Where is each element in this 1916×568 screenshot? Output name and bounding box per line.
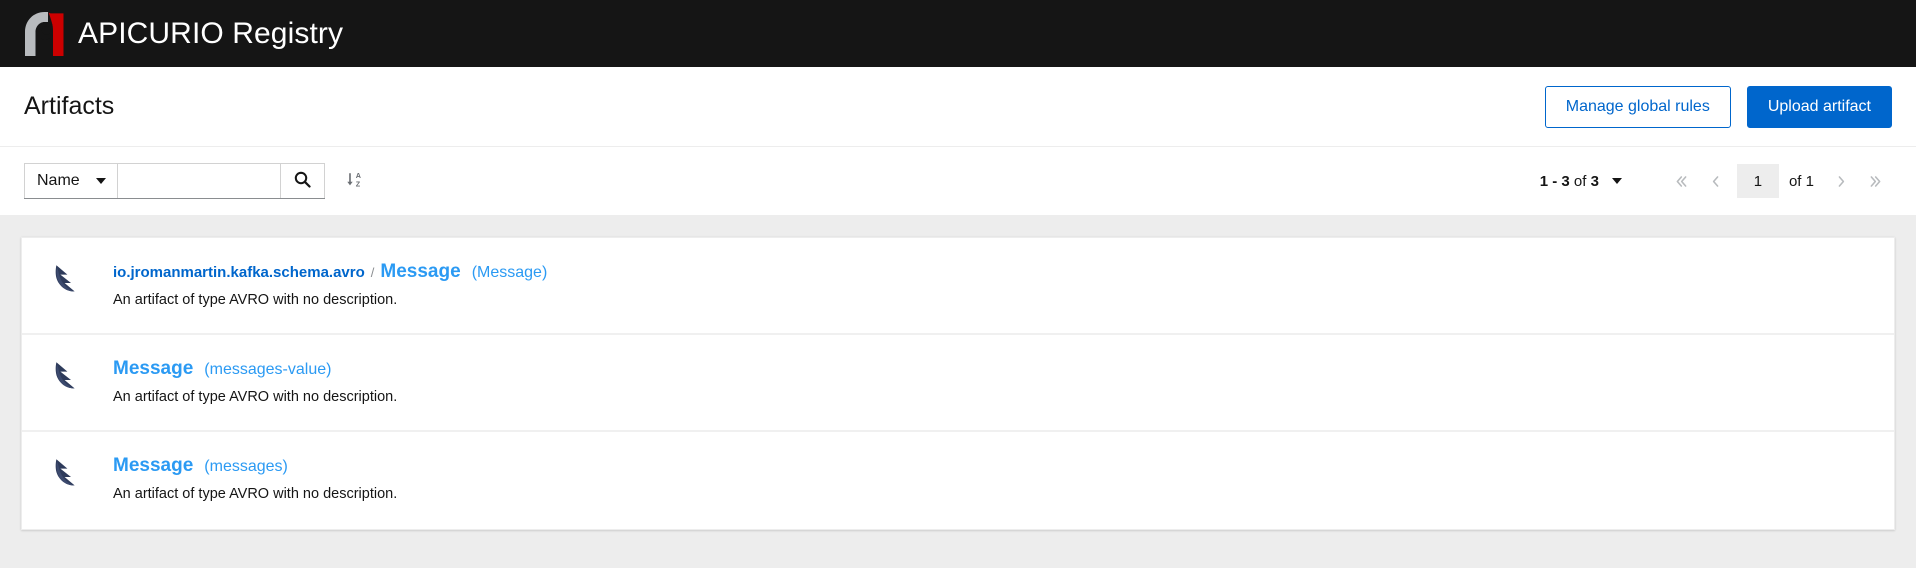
artifact-id-label: (messages): [204, 458, 288, 475]
search-icon: [294, 171, 311, 191]
pagination-of-word: of: [1569, 172, 1591, 190]
search-filter-dropdown[interactable]: Name: [24, 163, 118, 198]
page-title: Artifacts: [24, 92, 115, 120]
page-header: Artifacts Manage global rules Upload art…: [0, 67, 1916, 147]
sort-button[interactable]: A Z: [341, 166, 371, 196]
page-number-input[interactable]: [1736, 164, 1779, 198]
pagination-summary-text: 1 - 3 of 3: [1540, 173, 1599, 190]
angle-left-icon: [1713, 175, 1719, 187]
pagination-nav: of 1: [1665, 164, 1892, 198]
masthead: APICURIO Registry: [0, 0, 1916, 67]
avro-type-icon: [46, 260, 86, 294]
artifact-title-line: Message (messages-value): [113, 358, 397, 381]
artifact-description: An artifact of type AVRO with no descrip…: [113, 388, 398, 405]
total-pages-label: of 1: [1788, 172, 1814, 190]
header-actions: Manage global rules Upload artifact: [1544, 85, 1892, 128]
search-group: Name: [24, 163, 325, 199]
chevron-down-icon: [95, 178, 106, 184]
artifact-id-label: (messages-value): [204, 361, 332, 378]
artifact-description: An artifact of type AVRO with no descrip…: [113, 291, 398, 308]
artifact-title-line: io.jromanmartin.kafka.schema.avro / Mess…: [113, 261, 547, 284]
search-filter-label: Name: [37, 172, 80, 189]
chevron-down-icon: [1611, 178, 1622, 184]
artifacts-toolbar: Name A Z 1 - 3 of 3 1 of 1: [0, 147, 1916, 215]
pagination-range: 1 - 3: [1539, 172, 1570, 190]
artifact-description: An artifact of type AVRO with no descrip…: [113, 485, 398, 502]
artifact-list-item[interactable]: io.jromanmartin.kafka.schema.avro / Mess…: [22, 238, 1894, 335]
artifact-body: Message (messages-value) An artifact of …: [86, 357, 397, 407]
artifact-name-link[interactable]: Message: [113, 358, 193, 381]
artifact-list-item[interactable]: Message (messages) An artifact of type A…: [22, 432, 1894, 529]
artifact-title-line: Message (messages): [113, 455, 397, 478]
artifact-body: Message (messages) An artifact of type A…: [86, 454, 397, 504]
pagination-summary-dropdown[interactable]: 1 - 3 of 3: [1540, 173, 1622, 190]
pagination-total: 3: [1590, 172, 1599, 190]
artifacts-content: io.jromanmartin.kafka.schema.avro / Mess…: [0, 215, 1916, 567]
upload-artifact-button[interactable]: Upload artifact: [1746, 85, 1892, 128]
artifact-id-label: (Message): [471, 264, 548, 281]
avro-type-icon: [46, 454, 86, 488]
brand-title: APICURIO Registry: [78, 16, 344, 50]
pagination: 1 - 3 of 3 of 1: [1540, 164, 1892, 198]
previous-page-button[interactable]: [1699, 164, 1733, 198]
last-page-button[interactable]: [1858, 164, 1892, 198]
svg-text:Z: Z: [356, 180, 361, 189]
brand-link[interactable]: APICURIO Registry: [22, 10, 343, 58]
artifact-group[interactable]: io.jromanmartin.kafka.schema.avro: [113, 264, 365, 282]
avro-type-icon: [46, 357, 86, 391]
angle-right-icon: [1838, 175, 1844, 187]
next-page-button[interactable]: [1824, 164, 1858, 198]
artifact-name-link[interactable]: Message: [380, 261, 460, 284]
artifact-body: io.jromanmartin.kafka.schema.avro / Mess…: [86, 260, 547, 310]
search-input[interactable]: [117, 163, 281, 198]
search-button[interactable]: [280, 163, 325, 198]
apicurio-logo-icon: [22, 10, 68, 58]
artifact-name-link[interactable]: Message: [113, 455, 193, 478]
sort-amount-down-alpha-icon: A Z: [346, 170, 365, 192]
manage-global-rules-button[interactable]: Manage global rules: [1544, 85, 1731, 128]
toolbar-left-group: Name A Z: [24, 163, 371, 199]
angle-double-left-icon: [1677, 175, 1687, 187]
angle-double-right-icon: [1870, 175, 1880, 187]
first-page-button[interactable]: [1665, 164, 1699, 198]
artifact-list: io.jromanmartin.kafka.schema.avro / Mess…: [21, 237, 1895, 530]
artifact-group-separator: /: [370, 265, 375, 280]
artifact-list-item[interactable]: Message (messages-value) An artifact of …: [22, 335, 1894, 432]
